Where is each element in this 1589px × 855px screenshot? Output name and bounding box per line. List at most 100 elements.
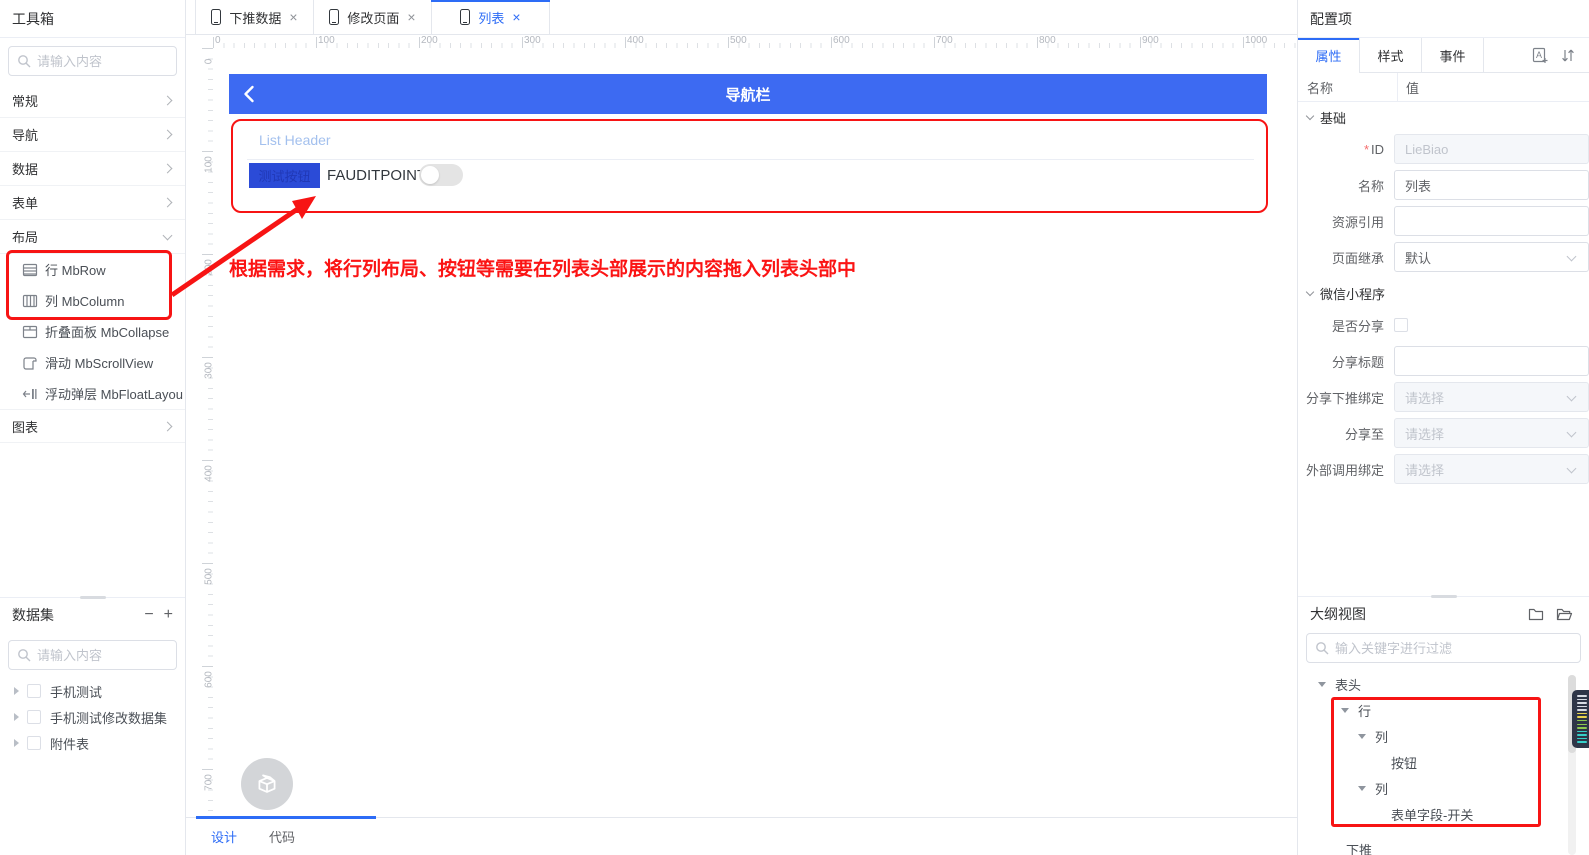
external-binding-select[interactable]: 请选择 — [1394, 454, 1589, 484]
dataset-search[interactable] — [8, 640, 177, 670]
toolbox-category-biaodan[interactable]: 表单 — [0, 186, 185, 220]
property-row-share-to: 分享至 请选择 — [1298, 418, 1589, 448]
toolbox-category-changgui[interactable]: 常规 — [0, 84, 185, 118]
minimap-widget[interactable] — [1572, 690, 1589, 748]
property-row-id: *ID LieBiao — [1298, 134, 1589, 164]
config-tabbar: 属性 样式 事件 A — [1298, 38, 1589, 73]
add-field-icon[interactable]: A — [1532, 47, 1549, 64]
chevron-down-icon — [1306, 287, 1314, 295]
chevron-right-icon — [163, 421, 173, 431]
tree-node-pushdown[interactable]: 下推 — [1298, 836, 1589, 855]
tree-node-switch-field[interactable]: 表单字段-开关 — [1298, 801, 1589, 827]
test-button[interactable]: 测试按钮 — [249, 163, 320, 188]
annotation-text: 根据需求，将行列布局、按钮等需要在列表头部展示的内容拖入列表头部中 — [229, 254, 856, 281]
document-tabbar: 下推数据× 修改页面× 列表× — [186, 0, 1297, 35]
back-chevron-icon[interactable] — [243, 85, 255, 103]
property-grid-header: 名称 值 — [1298, 73, 1589, 102]
panel-drag-handle[interactable] — [1431, 595, 1457, 598]
collapse-caret-icon[interactable] — [1358, 734, 1366, 739]
outline-search[interactable] — [1306, 633, 1581, 663]
share-checkbox[interactable] — [1394, 318, 1408, 332]
toolbox-category-shuju[interactable]: 数据 — [0, 152, 185, 186]
property-row-name: 名称 列表 — [1298, 170, 1589, 200]
toolbox-category-buju[interactable]: 布局 — [0, 220, 185, 254]
dataset-item[interactable]: 手机测试修改数据集 — [0, 704, 185, 730]
collapse-icon — [22, 324, 38, 340]
close-icon[interactable]: × — [407, 9, 415, 25]
property-row-inherit: 页面继承 默认 — [1298, 242, 1589, 272]
mobile-page-canvas[interactable]: 导航栏 List Header 测试按钮 FAUDITPOINT 根据需求，将行… — [213, 48, 1291, 817]
panel-drag-handle[interactable] — [80, 596, 106, 599]
mode-tab-design[interactable]: 设计 — [211, 827, 237, 846]
column-icon — [22, 293, 38, 309]
share-pushdown-select[interactable]: 请选择 — [1394, 382, 1589, 412]
tool-item-mbcollapse[interactable]: 折叠面板 MbCollapse — [0, 316, 185, 347]
tool-item-mbcolumn[interactable]: 列 MbColumn — [0, 285, 185, 316]
dataset-add-button[interactable]: + — [164, 607, 173, 623]
expand-all-folder-icon[interactable] — [1556, 607, 1573, 622]
config-panel: 配置项 属性 样式 事件 A 名称 值 基础 *ID LieBiao 名称 列表… — [1297, 0, 1589, 855]
mobile-navbar[interactable]: 导航栏 — [229, 74, 1267, 114]
floatlayout-icon — [22, 386, 38, 402]
share-to-select[interactable]: 请选择 — [1394, 418, 1589, 448]
dataset-checkbox[interactable] — [27, 684, 41, 698]
chevron-right-icon — [163, 96, 173, 106]
section-basic[interactable]: 基础 — [1298, 102, 1589, 132]
dataset-remove-button[interactable]: − — [144, 607, 153, 623]
section-wechat[interactable]: 微信小程序 — [1298, 278, 1589, 308]
collapse-caret-icon[interactable] — [1358, 786, 1366, 791]
tab-xiatuishuju[interactable]: 下推数据× — [195, 0, 314, 34]
tree-node-column[interactable]: 列 — [1298, 723, 1589, 749]
tree-node-header[interactable]: 表头 — [1298, 671, 1589, 697]
share-title-field[interactable] — [1394, 346, 1589, 376]
collapse-caret-icon[interactable] — [1318, 682, 1326, 687]
outline-panel: 大纲视图 表头 行 列 按钮 列 表单字段-开关 下推 — [1298, 596, 1589, 855]
expand-caret-icon[interactable] — [14, 687, 19, 695]
tab-liebiao[interactable]: 列表× — [431, 0, 550, 34]
expand-caret-icon[interactable] — [14, 739, 19, 747]
tool-item-mbfloatlayout[interactable]: 浮动弹层 MbFloatLayou — [0, 378, 185, 409]
tool-item-mbrow[interactable]: 行 MbRow — [0, 254, 185, 285]
resource-field[interactable] — [1394, 206, 1589, 236]
close-icon[interactable]: × — [289, 9, 297, 25]
close-icon[interactable]: × — [512, 9, 520, 25]
chevron-down-icon — [163, 230, 173, 240]
dataset-item[interactable]: 附件表 — [0, 730, 185, 756]
row-icon — [22, 262, 38, 278]
app-window: 工具箱 常规 导航 数据 表单 布局 行 MbRow 列 MbColumn 折叠… — [0, 0, 1589, 855]
config-tab-properties[interactable]: 属性 — [1298, 38, 1360, 73]
toolbox-search-input[interactable] — [37, 54, 168, 69]
config-tab-events[interactable]: 事件 — [1422, 38, 1484, 73]
toolbox-category-tubiao[interactable]: 图表 — [0, 409, 185, 443]
tree-node-column[interactable]: 列 — [1298, 775, 1589, 801]
dataset-checkbox[interactable] — [27, 710, 41, 724]
list-header-placeholder: List Header — [259, 132, 331, 148]
switch-toggle[interactable] — [419, 164, 463, 186]
tree-node-button[interactable]: 按钮 — [1298, 749, 1589, 775]
dataset-checkbox[interactable] — [27, 736, 41, 750]
expand-caret-icon[interactable] — [14, 713, 19, 721]
property-row-share-title: 分享标题 — [1298, 346, 1589, 376]
sort-icon[interactable] — [1561, 48, 1575, 63]
phone-icon — [460, 9, 470, 25]
tab-xiugaiyemian[interactable]: 修改页面× — [313, 0, 432, 34]
outline-tree: 表头 行 列 按钮 列 表单字段-开关 下推 — [1298, 671, 1589, 855]
dataset-item[interactable]: 手机测试 — [0, 678, 185, 704]
toolbox-search[interactable] — [8, 46, 177, 76]
outline-search-input[interactable] — [1335, 641, 1572, 656]
toolbox-title: 工具箱 — [0, 0, 185, 38]
scrollview-icon — [22, 355, 38, 371]
id-field[interactable]: LieBiao — [1394, 134, 1589, 164]
collapse-all-folder-icon[interactable] — [1528, 607, 1544, 622]
toolbox-category-daohang[interactable]: 导航 — [0, 118, 185, 152]
tool-item-mbscrollview[interactable]: 滑动 MbScrollView — [0, 347, 185, 378]
name-field[interactable]: 列表 — [1394, 170, 1589, 200]
chevron-right-icon — [163, 198, 173, 208]
page-inherit-select[interactable]: 默认 — [1394, 242, 1589, 272]
tree-node-row[interactable]: 行 — [1298, 697, 1589, 723]
dataset-search-input[interactable] — [37, 648, 168, 663]
config-tab-style[interactable]: 样式 — [1360, 38, 1422, 73]
collapse-caret-icon[interactable] — [1341, 708, 1349, 713]
component-cube-button[interactable] — [241, 758, 293, 810]
mode-tab-code[interactable]: 代码 — [269, 827, 295, 846]
